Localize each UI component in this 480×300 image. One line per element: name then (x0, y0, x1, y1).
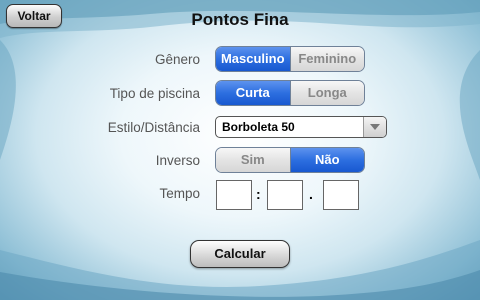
genero-label: Gênero (154, 52, 200, 67)
genero-option-feminino[interactable]: Feminino (289, 47, 364, 71)
tipo-piscina-option-longa[interactable]: Longa (289, 81, 364, 105)
inverso-label: Inverso (155, 153, 200, 168)
genero-segmented-control: Masculino Feminino (215, 46, 365, 72)
seconds-input[interactable] (267, 180, 303, 210)
calculate-button[interactable]: Calcular (190, 240, 290, 268)
genero-option-masculino[interactable]: Masculino (216, 47, 290, 71)
hundredths-input[interactable] (323, 180, 359, 210)
inverso-option-nao[interactable]: Não (289, 148, 364, 172)
inverso-segmented-control: Sim Não (215, 147, 365, 173)
page-title: Pontos Fina (191, 10, 289, 29)
chevron-down-icon[interactable] (363, 117, 386, 137)
estilo-distancia-value: Borboleta 50 (222, 120, 295, 134)
tipo-piscina-segmented-control: Curta Longa (215, 80, 365, 106)
inverso-option-sim[interactable]: Sim (216, 148, 290, 172)
navigation-bar: Voltar Pontos Fina (0, 0, 480, 36)
estilo-distancia-dropdown[interactable]: Borboleta 50 (215, 116, 387, 138)
minutes-input[interactable] (216, 180, 252, 210)
time-separator-dot: . (309, 186, 313, 202)
screen: Voltar Pontos Fina Gênero Masculino Femi… (0, 0, 480, 300)
estilo-distancia-label: Estilo/Distância (107, 120, 200, 135)
tipo-piscina-option-curta[interactable]: Curta (216, 81, 290, 105)
tipo-piscina-label: Tipo de piscina (109, 86, 200, 101)
tempo-label: Tempo (159, 186, 200, 201)
time-separator-colon: : (256, 186, 261, 202)
